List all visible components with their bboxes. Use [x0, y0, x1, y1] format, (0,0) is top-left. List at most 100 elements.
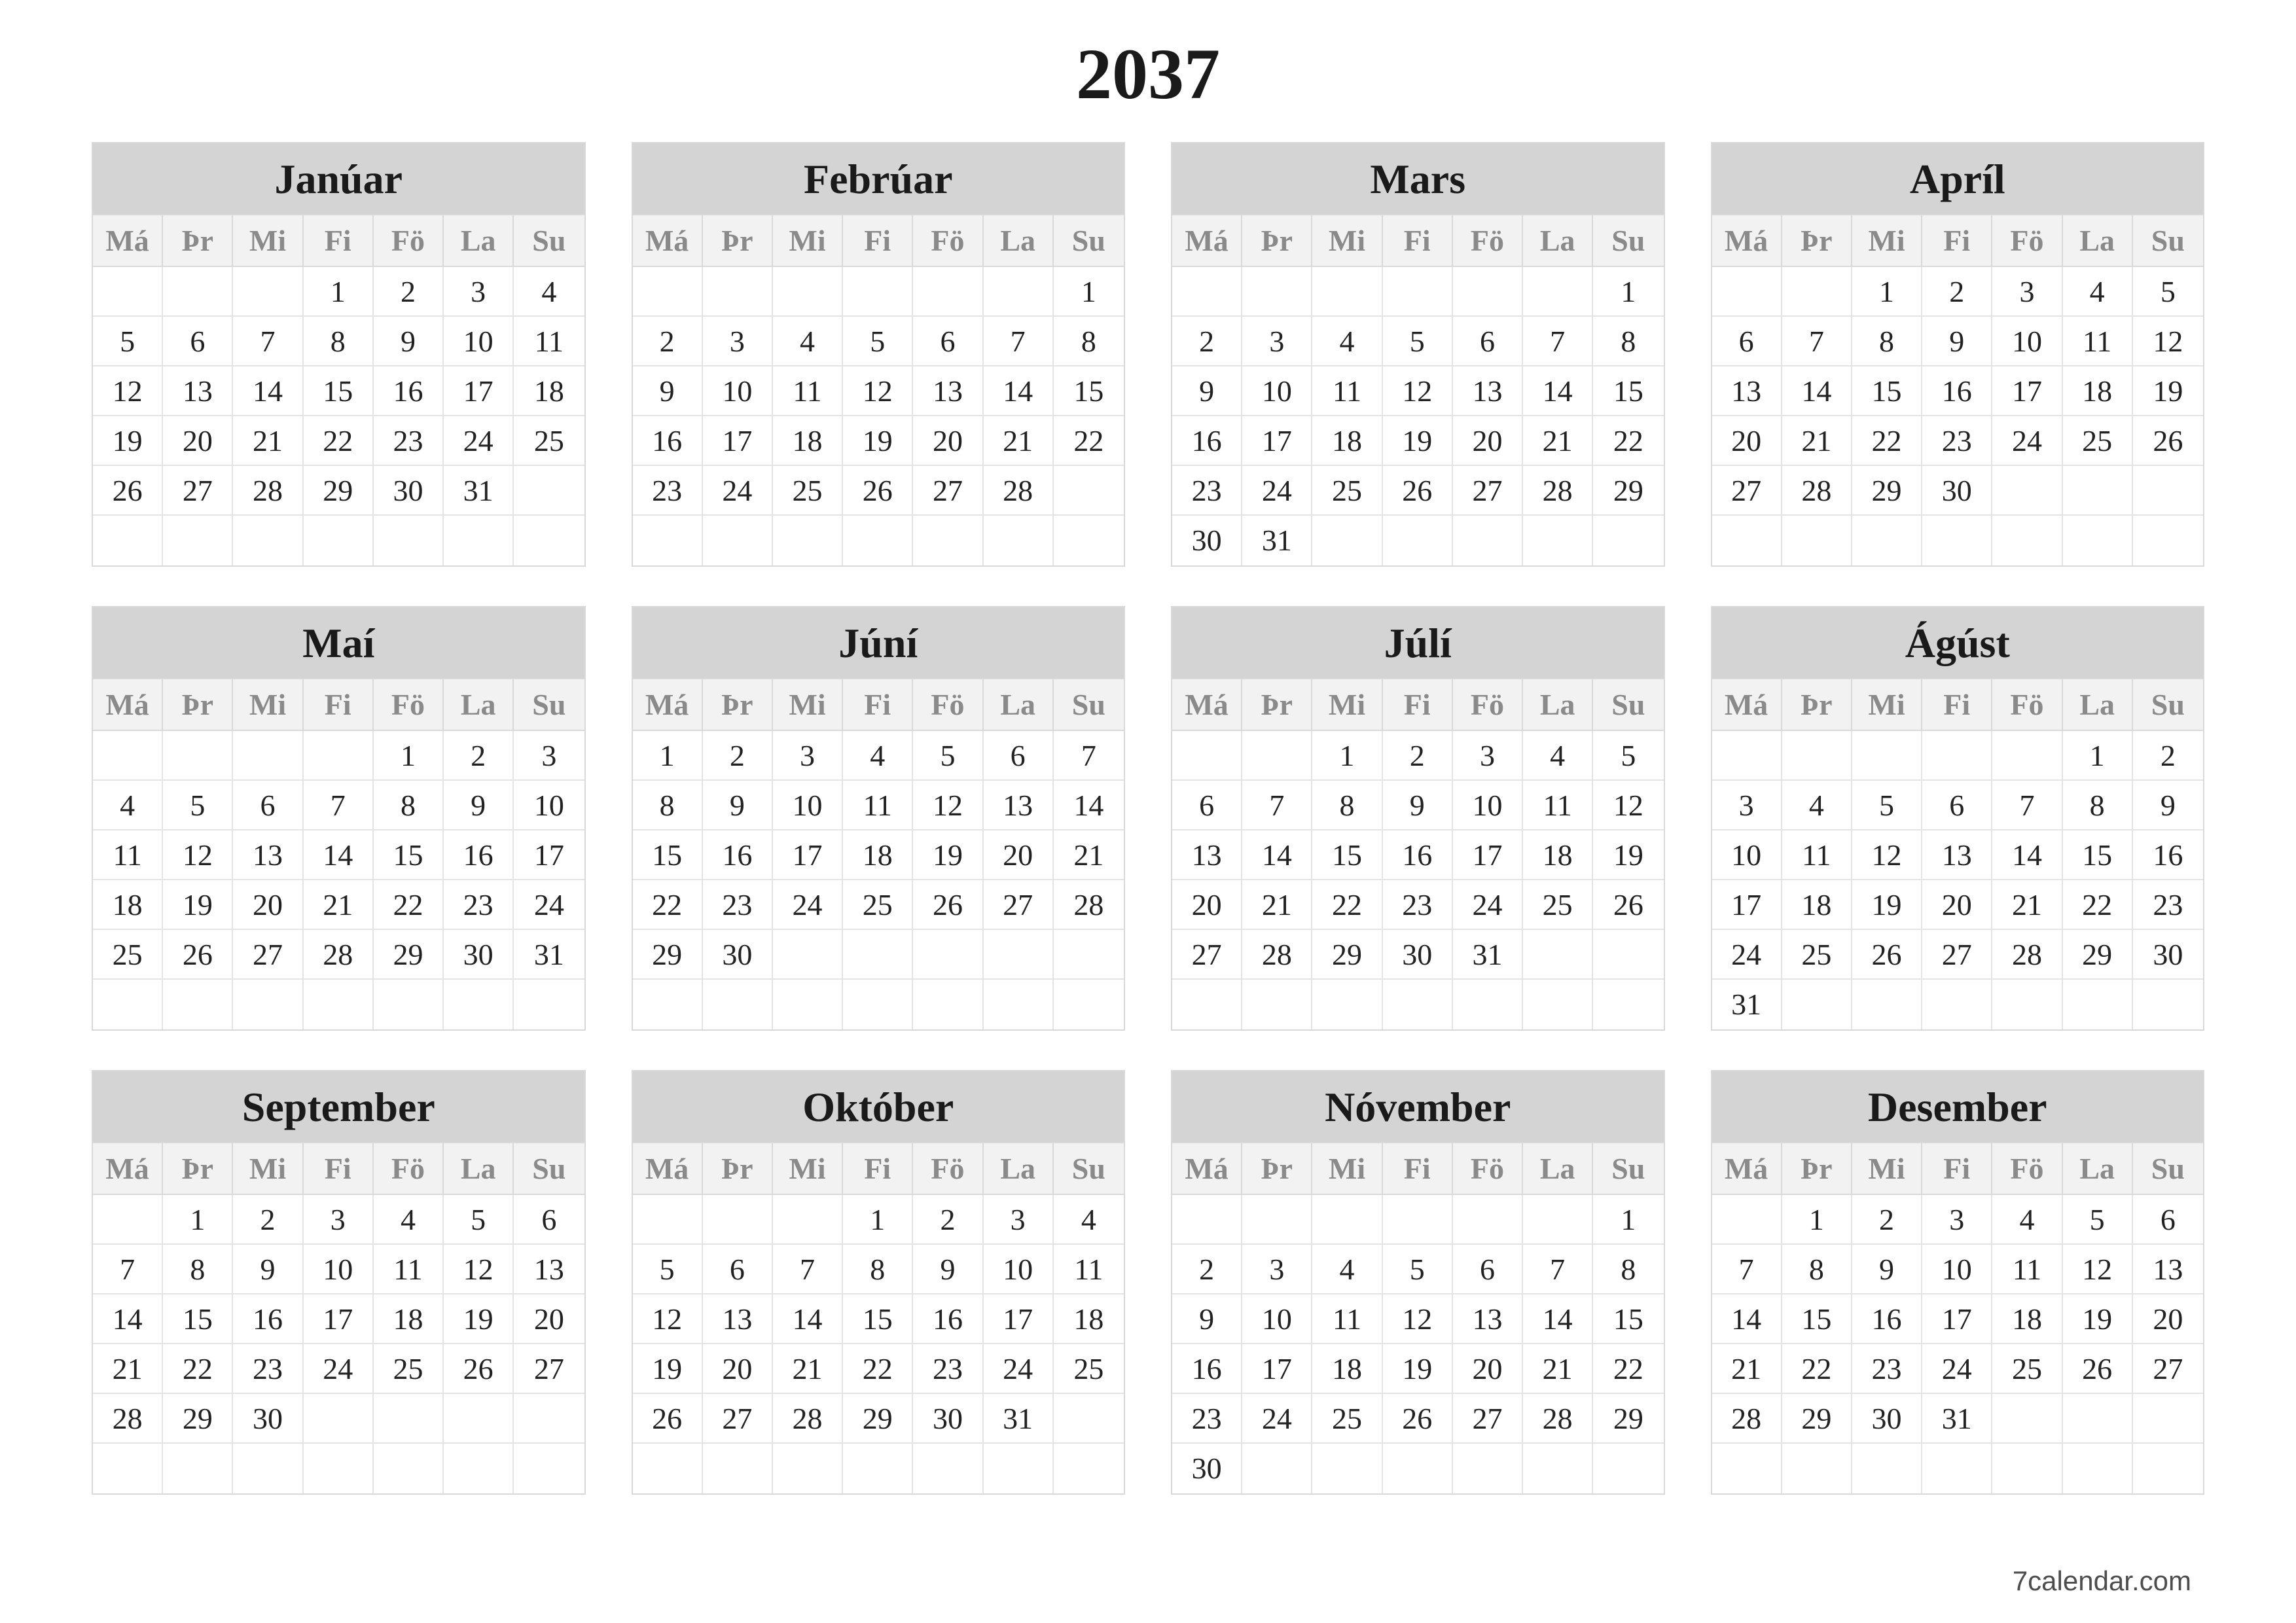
weekday-label: Mi: [1852, 1143, 1922, 1195]
day-cell: 16: [374, 366, 444, 416]
day-cell: 29: [1852, 466, 1922, 516]
day-cell: 9: [374, 317, 444, 366]
day-cell: 29: [374, 930, 444, 980]
day-cell: [1523, 1444, 1593, 1493]
weekday-row: MáÞrMiFiFöLaSu: [93, 1143, 584, 1195]
day-cell: 3: [1453, 731, 1523, 781]
day-cell: [1312, 267, 1382, 317]
day-cell: 7: [1523, 317, 1593, 366]
week-row: 567891011: [93, 317, 584, 366]
day-cell: 5: [1383, 317, 1453, 366]
day-cell: 18: [2063, 366, 2133, 416]
week-row: 25262728293031: [93, 930, 584, 980]
week-row: 2345678: [1172, 317, 1664, 366]
day-cell: 11: [843, 781, 913, 830]
day-cell: 6: [163, 317, 233, 366]
week-row: 891011121314: [633, 781, 1124, 830]
day-cell: 18: [773, 416, 843, 466]
day-cell: 25: [1054, 1344, 1124, 1394]
week-row: 17181920212223: [1712, 880, 2204, 930]
day-cell: 11: [514, 317, 584, 366]
day-cell: 1: [1054, 267, 1124, 317]
day-cell: [1782, 267, 1852, 317]
day-cell: 6: [514, 1195, 584, 1245]
day-cell: 10: [1992, 317, 2062, 366]
day-cell: [703, 1444, 773, 1493]
month-name: Janúar: [93, 143, 584, 215]
day-cell: 10: [304, 1245, 374, 1294]
day-cell: 30: [1922, 466, 1992, 516]
day-cell: 19: [1383, 416, 1453, 466]
week-row: 78910111213: [93, 1245, 584, 1294]
month-name: Apríl: [1712, 143, 2204, 215]
day-cell: 14: [984, 366, 1054, 416]
month-block: SeptemberMáÞrMiFiFöLaSu12345678910111213…: [92, 1070, 586, 1495]
day-cell: 11: [1992, 1245, 2062, 1294]
weekday-row: MáÞrMiFiFöLaSu: [93, 679, 584, 731]
day-cell: [444, 516, 514, 565]
day-cell: 26: [1852, 930, 1922, 980]
month-name: Ágúst: [1712, 607, 2204, 679]
day-cell: 24: [984, 1344, 1054, 1394]
day-cell: 24: [773, 880, 843, 930]
day-cell: 8: [1312, 781, 1382, 830]
day-cell: [514, 1444, 584, 1493]
day-cell: [304, 731, 374, 781]
day-cell: 16: [913, 1294, 983, 1344]
day-cell: 20: [163, 416, 233, 466]
day-cell: 29: [1593, 466, 1663, 516]
day-cell: [1992, 1444, 2062, 1493]
day-cell: 15: [1312, 830, 1382, 880]
weekday-label: La: [444, 215, 514, 267]
day-cell: 9: [633, 366, 703, 416]
week-row: [1712, 516, 2204, 565]
day-cell: 15: [633, 830, 703, 880]
day-cell: 13: [1453, 366, 1523, 416]
day-cell: 19: [444, 1294, 514, 1344]
month-block: MarsMáÞrMiFiFöLaSu1234567891011121314151…: [1171, 142, 1665, 567]
day-cell: 6: [984, 731, 1054, 781]
day-cell: 10: [773, 781, 843, 830]
day-cell: 21: [93, 1344, 163, 1394]
day-cell: 8: [843, 1245, 913, 1294]
weekday-label: Mi: [233, 1143, 303, 1195]
day-cell: 10: [1712, 830, 1782, 880]
week-row: 1: [1172, 267, 1664, 317]
day-cell: 27: [1453, 1394, 1523, 1444]
day-cell: 27: [514, 1344, 584, 1394]
weekday-label: Mi: [1852, 679, 1922, 731]
day-cell: [304, 1444, 374, 1493]
day-cell: 15: [374, 830, 444, 880]
day-cell: 26: [1383, 466, 1453, 516]
day-cell: 15: [2063, 830, 2133, 880]
day-cell: 1: [1852, 267, 1922, 317]
month-block: OktóberMáÞrMiFiFöLaSu1234567891011121314…: [632, 1070, 1126, 1495]
weekday-label: Þr: [163, 1143, 233, 1195]
day-cell: 22: [633, 880, 703, 930]
day-cell: 24: [1453, 880, 1523, 930]
week-row: 14151617181920: [1712, 1294, 2204, 1344]
week-row: 12345: [1172, 731, 1664, 781]
day-cell: 20: [2133, 1294, 2203, 1344]
day-cell: 30: [374, 466, 444, 516]
day-cell: 1: [1593, 1195, 1663, 1245]
day-cell: 30: [1852, 1394, 1922, 1444]
day-cell: 19: [163, 880, 233, 930]
month-block: DesemberMáÞrMiFiFöLaSu123456789101112131…: [1711, 1070, 2205, 1495]
day-cell: 14: [1523, 1294, 1593, 1344]
day-cell: 1: [843, 1195, 913, 1245]
day-cell: 15: [843, 1294, 913, 1344]
day-cell: [633, 1444, 703, 1493]
week-row: 12131415161718: [93, 366, 584, 416]
week-row: 2930: [633, 930, 1124, 980]
day-cell: 23: [1172, 1394, 1242, 1444]
weekday-label: Fi: [1383, 215, 1453, 267]
day-cell: 30: [1383, 930, 1453, 980]
weekday-label: Fö: [1992, 679, 2062, 731]
day-cell: [703, 980, 773, 1029]
day-cell: 11: [374, 1245, 444, 1294]
day-cell: 26: [93, 466, 163, 516]
weekday-label: La: [444, 1143, 514, 1195]
day-cell: 14: [233, 366, 303, 416]
day-cell: 6: [913, 317, 983, 366]
